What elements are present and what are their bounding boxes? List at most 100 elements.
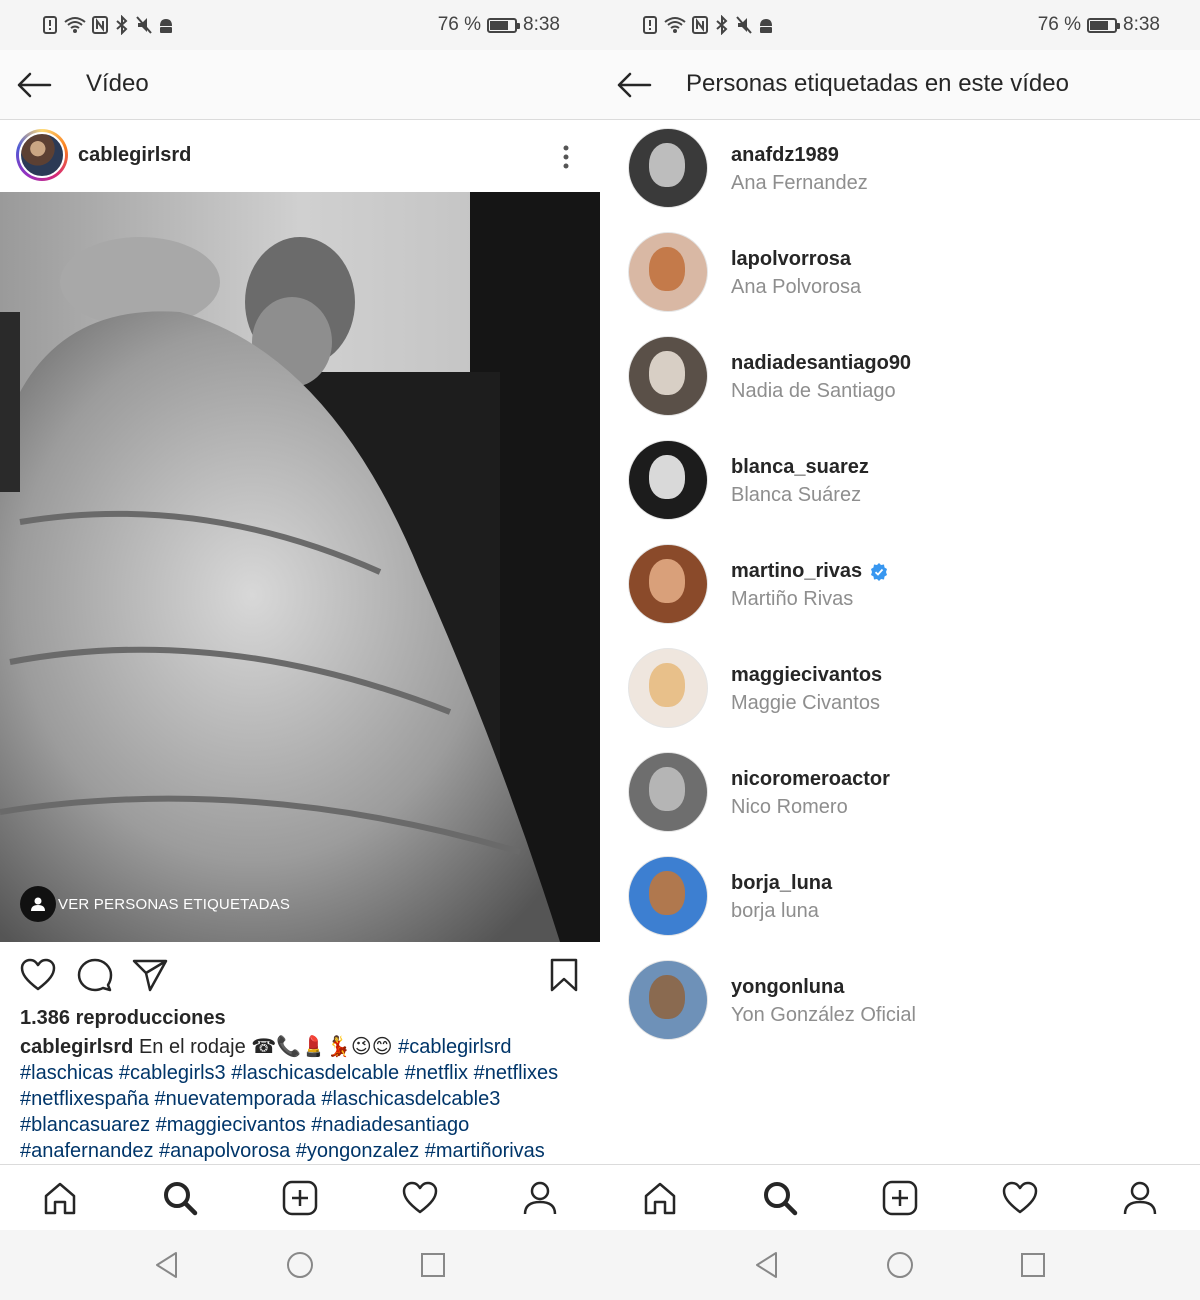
caption-hashtags[interactable]: #laschicas #cablegirls3 #laschicasdelcab… bbox=[20, 1060, 590, 1086]
system-home-icon[interactable] bbox=[285, 1250, 315, 1280]
back-arrow-icon[interactable] bbox=[616, 68, 652, 102]
post-video[interactable]: VER PERSONAS ETIQUETADAS bbox=[0, 192, 600, 942]
tagged-person-avatar[interactable] bbox=[628, 856, 708, 936]
tagged-person-username[interactable]: anafdz1989 bbox=[731, 144, 839, 167]
tagged-people-screen: 76 % 8:38 Personas etiquetadas en este v… bbox=[600, 0, 1200, 1300]
tagged-person-username[interactable]: borja_luna bbox=[731, 872, 832, 895]
sim-alert-icon bbox=[643, 16, 657, 34]
back-arrow-icon[interactable] bbox=[16, 68, 52, 102]
caption-hashtags[interactable]: #cablegirlsrd bbox=[398, 1036, 511, 1058]
tagged-person-row[interactable]: anafdz1989 Ana Fernandez bbox=[600, 120, 1200, 224]
tagged-person-fullname: Ana Polvorosa bbox=[731, 276, 862, 298]
system-back-icon[interactable] bbox=[752, 1250, 782, 1280]
system-recents-icon[interactable] bbox=[1018, 1250, 1048, 1280]
caption-emojis: ☎📞💄💃😉😊 bbox=[251, 1036, 393, 1058]
tagged-person-avatar[interactable] bbox=[628, 752, 708, 832]
tagged-person-row[interactable]: martino_rivas Martiño Rivas bbox=[600, 536, 1200, 640]
tagged-person-username[interactable]: maggiecivantos bbox=[731, 664, 882, 687]
search-icon[interactable] bbox=[162, 1180, 198, 1216]
tagged-person-fullname: Ana Fernandez bbox=[731, 172, 868, 194]
tagged-person-avatar[interactable] bbox=[628, 648, 708, 728]
caption-username[interactable]: cablegirlsrd bbox=[20, 1036, 133, 1058]
wifi-icon bbox=[64, 17, 86, 33]
new-post-icon[interactable] bbox=[882, 1180, 918, 1216]
tagged-person-row[interactable]: nicoromeroactor Nico Romero bbox=[600, 744, 1200, 848]
page-title: Vídeo bbox=[86, 70, 149, 97]
tagged-person-row[interactable]: lapolvorrosa Ana Polvorosa bbox=[600, 224, 1200, 328]
android-icon bbox=[160, 19, 172, 33]
tagged-person-avatar[interactable] bbox=[628, 440, 708, 520]
caption-hashtags[interactable]: #anafernandez #anapolvorosa #yongonzalez… bbox=[20, 1138, 590, 1164]
battery-percent: 76 % bbox=[1037, 14, 1082, 35]
caption-hashtags[interactable]: #blancasuarez #maggiecivantos #nadiadesa… bbox=[20, 1112, 590, 1138]
system-recents-icon[interactable] bbox=[418, 1250, 448, 1280]
home-icon[interactable] bbox=[642, 1180, 678, 1216]
status-right: 76 % 8:38 bbox=[1038, 14, 1160, 36]
tagged-person-username[interactable]: lapolvorrosa bbox=[731, 248, 851, 271]
tagged-person-username-text: anafdz1989 bbox=[731, 144, 839, 166]
clock: 8:38 bbox=[1123, 14, 1160, 35]
mute-icon bbox=[136, 16, 152, 34]
tagged-people-list: anafdz1989 Ana Fernandez lapolvorrosa Ana P… bbox=[600, 120, 1200, 1056]
view-tagged-people-button[interactable]: VER PERSONAS ETIQUETADAS bbox=[20, 886, 290, 922]
page-title: Personas etiquetadas en este vídeo bbox=[686, 70, 1069, 97]
bluetooth-icon bbox=[716, 15, 728, 35]
video-frame bbox=[0, 192, 600, 942]
tagged-person-username[interactable]: nicoromeroactor bbox=[731, 768, 890, 791]
tagged-person-avatar[interactable] bbox=[628, 336, 708, 416]
system-home-icon[interactable] bbox=[885, 1250, 915, 1280]
system-back-icon[interactable] bbox=[152, 1250, 182, 1280]
home-icon[interactable] bbox=[42, 1180, 78, 1216]
person-icon bbox=[20, 886, 56, 922]
tagged-person-username-text: blanca_suarez bbox=[731, 456, 869, 478]
caption-hashtags[interactable]: #netflixespaña #nuevatemporada #laschica… bbox=[20, 1086, 590, 1112]
tagged-person-username[interactable]: nadiadesantiago90 bbox=[731, 352, 911, 375]
nfc-icon bbox=[92, 16, 108, 34]
new-post-icon[interactable] bbox=[282, 1180, 318, 1216]
tagged-person-fullname: Nico Romero bbox=[731, 796, 848, 818]
search-icon[interactable] bbox=[762, 1180, 798, 1216]
post-author-avatar[interactable] bbox=[16, 129, 68, 181]
profile-icon[interactable] bbox=[522, 1180, 558, 1216]
post-author-username[interactable]: cablegirlsrd bbox=[78, 144, 191, 167]
clock: 8:38 bbox=[523, 14, 560, 35]
post-caption: cablegirlsrd En el rodaje ☎📞💄💃😉😊 #cableg… bbox=[20, 1034, 590, 1164]
status-right: 76 % 8:38 bbox=[438, 14, 560, 36]
tagged-person-username-text: nadiadesantiago90 bbox=[731, 352, 912, 374]
tagged-person-username-text: maggiecivantos bbox=[731, 664, 883, 686]
tagged-person-row[interactable]: blanca_suarez Blanca Suárez bbox=[600, 432, 1200, 536]
tagged-person-username-text: yongonluna bbox=[731, 976, 845, 998]
post-video-screen: 76 % 8:38 Vídeo cablegirlsrd VER PERSONA… bbox=[0, 0, 600, 1300]
tagged-person-fullname: Yon González Oficial bbox=[731, 1004, 916, 1026]
tagged-person-row[interactable]: maggiecivantos Maggie Civantos bbox=[600, 640, 1200, 744]
mute-icon bbox=[736, 16, 752, 34]
bottom-nav bbox=[600, 1164, 1200, 1230]
tagged-person-fullname: Martiño Rivas bbox=[731, 588, 854, 610]
tagged-person-avatar[interactable] bbox=[628, 544, 708, 624]
comment-icon[interactable] bbox=[77, 958, 113, 992]
system-navigation-bar bbox=[600, 1230, 1200, 1300]
share-direct-icon[interactable] bbox=[132, 958, 168, 992]
tagged-person-row[interactable]: yongonluna Yon González Oficial bbox=[600, 952, 1200, 1056]
tagged-person-username[interactable]: blanca_suarez bbox=[731, 456, 869, 479]
tagged-person-username[interactable]: martino_rivas bbox=[731, 560, 888, 583]
wifi-icon bbox=[664, 17, 686, 33]
tagged-person-avatar[interactable] bbox=[628, 128, 708, 208]
activity-heart-icon[interactable] bbox=[1002, 1180, 1038, 1216]
nfc-icon bbox=[692, 16, 708, 34]
post-header: cablegirlsrd bbox=[0, 120, 600, 192]
tagged-person-row[interactable]: nadiadesantiago90 Nadia de Santiago bbox=[600, 328, 1200, 432]
more-options-icon[interactable] bbox=[558, 144, 574, 170]
tagged-person-username[interactable]: yongonluna bbox=[731, 976, 844, 999]
status-icons bbox=[42, 15, 174, 35]
battery-icon bbox=[1087, 17, 1121, 33]
post-actions bbox=[0, 942, 600, 1002]
tagged-person-avatar[interactable] bbox=[628, 960, 708, 1040]
tagged-person-avatar[interactable] bbox=[628, 232, 708, 312]
tagged-person-row[interactable]: borja_luna borja luna bbox=[600, 848, 1200, 952]
like-heart-icon[interactable] bbox=[20, 958, 56, 992]
header-bar: Personas etiquetadas en este vídeo bbox=[600, 50, 1200, 120]
save-bookmark-icon[interactable] bbox=[546, 958, 582, 992]
activity-heart-icon[interactable] bbox=[402, 1180, 438, 1216]
profile-icon[interactable] bbox=[1122, 1180, 1158, 1216]
